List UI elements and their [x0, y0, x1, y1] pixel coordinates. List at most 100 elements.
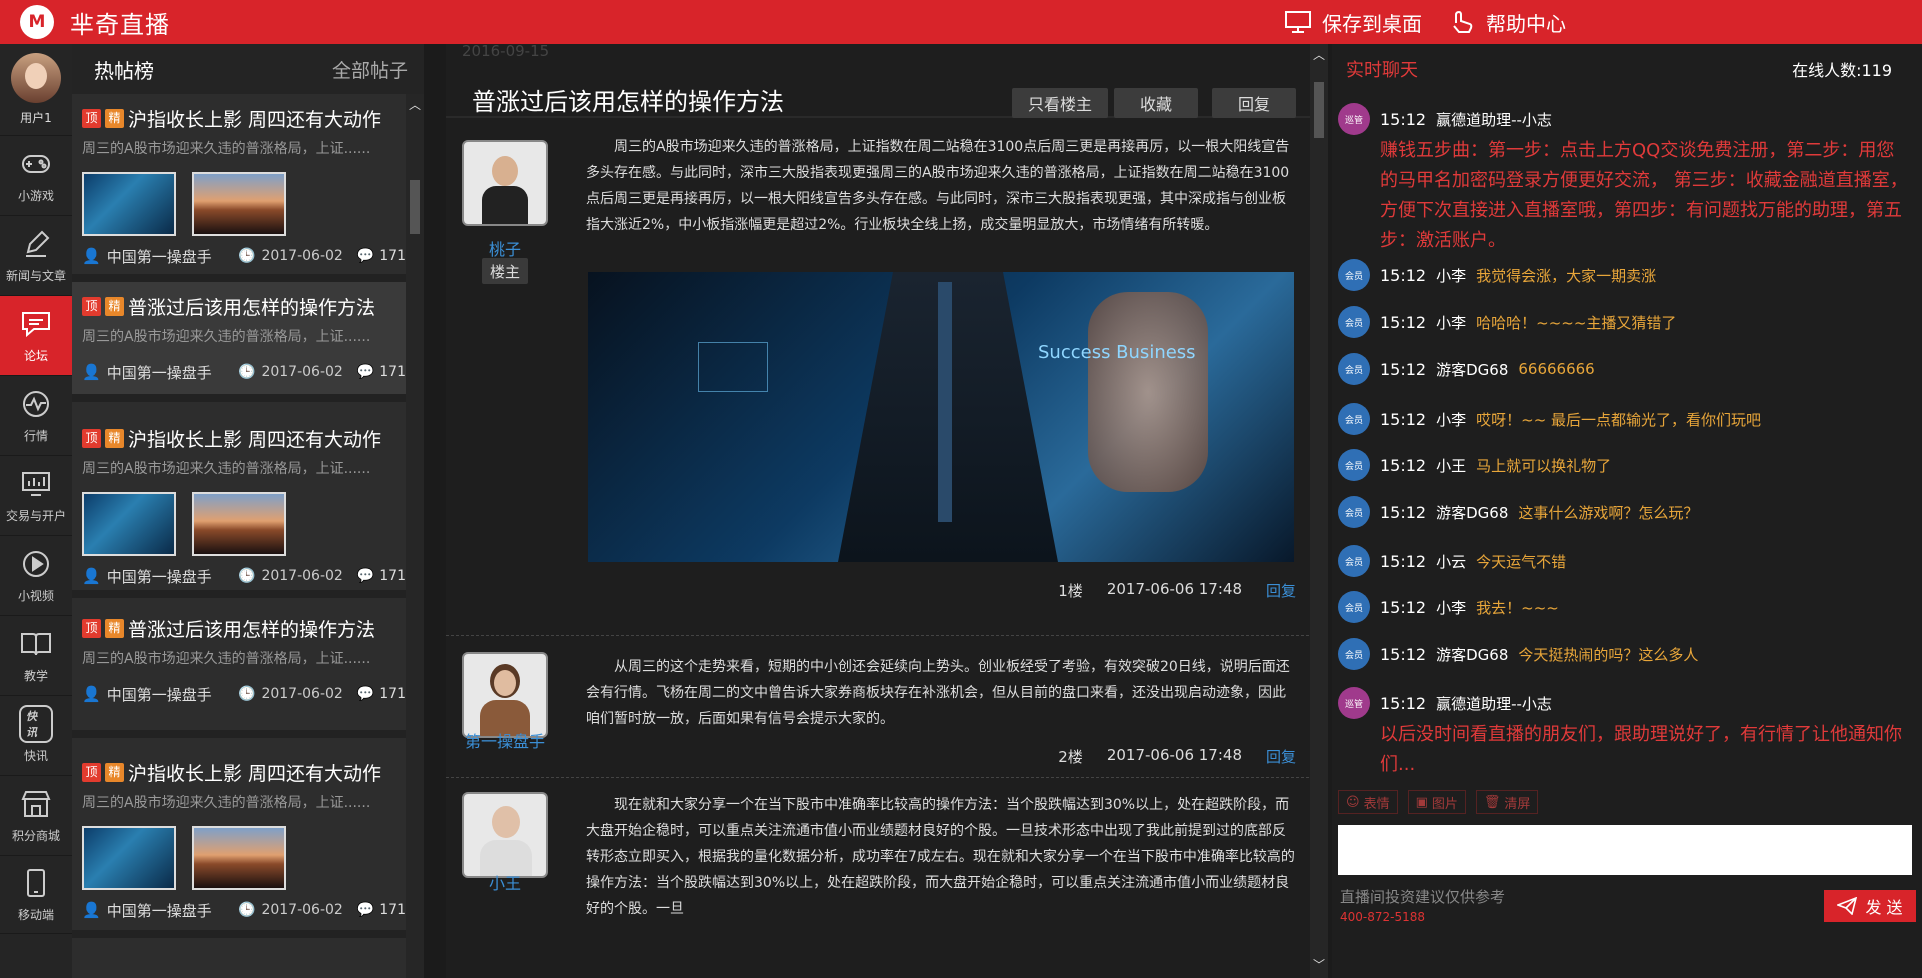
floor-footer: 1楼 2017-06-06 17:48 回复	[1058, 580, 1296, 601]
posts-scroll-thumb[interactable]	[410, 180, 420, 234]
thread-date: 2016-09-15	[462, 44, 550, 60]
image-button[interactable]: ▣ 图片	[1407, 790, 1466, 814]
message-time: 15:12	[1380, 359, 1427, 379]
nav-item-shop[interactable]: 积分商城	[0, 776, 72, 856]
chat-message: 会员 15:12 小李 我去！~~~	[1338, 590, 1922, 624]
chat-message: 会员 15:12 游客DG68 66666666	[1338, 352, 1922, 386]
post-thumbnail	[82, 492, 176, 556]
user-profile[interactable]: 用户1	[0, 44, 72, 136]
chat-message: 会员 15:12 小云 今天运气不错	[1338, 544, 1922, 578]
scroll-down-icon[interactable]: ﹀	[1313, 956, 1325, 973]
nav-item-mobile[interactable]: 移动端	[0, 856, 72, 934]
chat-input[interactable]	[1338, 825, 1912, 875]
author-name[interactable]: 桃子	[462, 236, 548, 260]
tab-hot-posts[interactable]: 热帖榜	[94, 55, 154, 84]
message-text: 我去！~~~	[1476, 598, 1559, 617]
send-button[interactable]: 发 送	[1824, 890, 1916, 922]
floor-reply-link[interactable]: 回复	[1266, 746, 1296, 767]
post-item[interactable]: 顶精普涨过后该用怎样的操作方法 周三的A股市场迎来久违的普涨格局，上证.....…	[72, 282, 424, 402]
message-sender: 小李	[1436, 313, 1467, 332]
nav-item-teaching[interactable]: 教学	[0, 616, 72, 696]
post-author: 中国第一操盘手	[106, 685, 212, 704]
floor-text: 现在就和大家分享一个在当下股市中准确率比较高的操作方法：当个股跌幅达到30%以上…	[586, 797, 1295, 917]
chat-message: 会员 15:12 小王 马上就可以换礼物了	[1338, 448, 1922, 482]
comment-icon: 💬	[356, 248, 375, 264]
nav-label-forum: 论坛	[23, 349, 48, 363]
thread-scrollbar[interactable]: ︿ ﹀	[1310, 44, 1328, 978]
clock-icon: 🕒	[238, 248, 256, 264]
author-name[interactable]: 小王	[462, 870, 548, 894]
hot-posts-panel: 热帖榜 全部帖子 顶精沪指收长上影 周四还有大动作 周三的A股市场迎来久违的普涨…	[72, 44, 424, 978]
author-name[interactable]: 第一操盘手	[462, 728, 548, 752]
post-excerpt: 周三的A股市场迎来久违的普涨格局，上证......	[82, 795, 371, 811]
post-comments: 171	[379, 248, 406, 264]
post-comments: 171	[379, 568, 406, 584]
nav-label-trading: 交易与开户	[5, 509, 66, 523]
favorite-button[interactable]: 收藏	[1114, 88, 1198, 118]
post-excerpt: 周三的A股市场迎来久违的普涨格局，上证......	[82, 651, 371, 667]
message-sender: 小王	[1436, 456, 1467, 475]
message-time: 15:12	[1380, 693, 1427, 713]
message-time: 15:12	[1380, 109, 1427, 129]
post-item[interactable]: 顶精沪指收长上影 周四还有大动作 周三的A股市场迎来久违的普涨格局，上证....…	[72, 402, 424, 598]
chat-message: 巡管 15:12 赢德道助理--小志 赚钱五步曲：第一步：点击上方QQ交谈免费注册，…	[1338, 102, 1922, 256]
post-author: 中国第一操盘手	[106, 363, 212, 382]
owner-only-button[interactable]: 只看楼主	[1012, 88, 1108, 118]
scroll-up-icon[interactable]: ︿	[1313, 46, 1325, 63]
scroll-up-icon[interactable]: ︿	[409, 96, 421, 113]
post-author: 中国第一操盘手	[106, 247, 212, 266]
top-tag: 顶	[82, 618, 101, 638]
message-text: 今天运气不错	[1476, 552, 1567, 571]
paper-plane-icon	[1837, 897, 1858, 915]
nav-label-mobile: 移动端	[17, 908, 54, 922]
reply-thread-button[interactable]: 回复	[1212, 88, 1296, 118]
thread-scroll-thumb[interactable]	[1314, 82, 1324, 138]
post-comments: 171	[379, 686, 406, 702]
post-item[interactable]: 顶精沪指收长上影 周四还有大动作 周三的A股市场迎来久违的普涨格局，上证....…	[72, 94, 424, 282]
nav-item-video[interactable]: 小视频	[0, 536, 72, 616]
nav-item-market[interactable]: 行情	[0, 376, 72, 456]
chat-title: 实时聊天	[1346, 60, 1418, 81]
gamepad-icon	[19, 147, 53, 181]
posts-scrollbar[interactable]: ︿	[406, 94, 424, 978]
chat-message: 会员 15:12 小李 哎呀！~~ 最后一点都输光了，看你们玩吧	[1338, 402, 1922, 436]
app-logo[interactable]: M	[20, 5, 54, 39]
floor-text: 从周三的这个走势来看，短期的中小创还会延续向上势头。创业板经受了考验，有效突破2…	[586, 659, 1290, 727]
member-crown-icon: 会员	[1338, 259, 1370, 291]
tab-all-posts[interactable]: 全部帖子	[332, 56, 408, 83]
message-time: 15:12	[1380, 597, 1427, 617]
floor-time: 2017-06-06 17:48	[1106, 746, 1242, 764]
floor-image: Success Business	[588, 272, 1294, 562]
nav-item-flash[interactable]: 快讯 快讯	[0, 696, 72, 776]
member-crown-icon: 会员	[1338, 545, 1370, 577]
chat-toolbar: ☺ 表情 ▣ 图片 🗑 清屏	[1338, 790, 1539, 814]
save-desktop-button[interactable]: 保存到桌面	[1284, 0, 1422, 44]
floor-reply-link[interactable]: 回复	[1266, 580, 1296, 601]
post-item[interactable]: 顶精普涨过后该用怎样的操作方法 周三的A股市场迎来久违的普涨格局，上证.....…	[72, 598, 424, 738]
comment-icon: 💬	[356, 568, 375, 584]
message-text: 哎呀！~~ 最后一点都输光了，看你们玩吧	[1476, 410, 1762, 429]
nav-item-forum[interactable]: 论坛	[0, 296, 72, 376]
post-item[interactable]: 顶精沪指收长上影 周四还有大动作 周三的A股市场迎来久违的普涨格局，上证....…	[72, 738, 424, 938]
chat-header: 实时聊天 在线人数:119	[1332, 44, 1922, 94]
user-icon: 👤	[82, 901, 101, 919]
message-text: 今天挺热闹的吗？这么多人	[1518, 645, 1699, 664]
nav-item-games[interactable]: 小游戏	[0, 136, 72, 216]
pen-icon	[19, 227, 53, 261]
floor-3: 小王 现在就和大家分享一个在当下股市中准确率比较高的操作方法：当个股跌幅达到30…	[446, 778, 1314, 978]
best-tag: 精	[105, 108, 124, 128]
nav-item-news[interactable]: 新闻与文章	[0, 216, 72, 296]
nav-label-teaching: 教学	[23, 669, 48, 683]
help-center-button[interactable]: 帮助中心	[1450, 0, 1566, 44]
user-name: 用户1	[20, 111, 52, 125]
author-avatar	[462, 652, 548, 738]
message-text: 哈哈哈！~~~~主播又猜错了	[1476, 313, 1677, 332]
message-text: 马上就可以换礼物了	[1476, 456, 1612, 475]
member-crown-icon: 会员	[1338, 353, 1370, 385]
message-sender: 游客DG68	[1436, 645, 1509, 664]
clear-screen-button[interactable]: 🗑 清屏	[1475, 790, 1539, 814]
save-desktop-label: 保存到桌面	[1322, 11, 1422, 36]
nav-item-trading[interactable]: 交易与开户	[0, 456, 72, 536]
emoji-button[interactable]: ☺ 表情	[1338, 790, 1398, 814]
mobile-icon	[19, 866, 53, 900]
